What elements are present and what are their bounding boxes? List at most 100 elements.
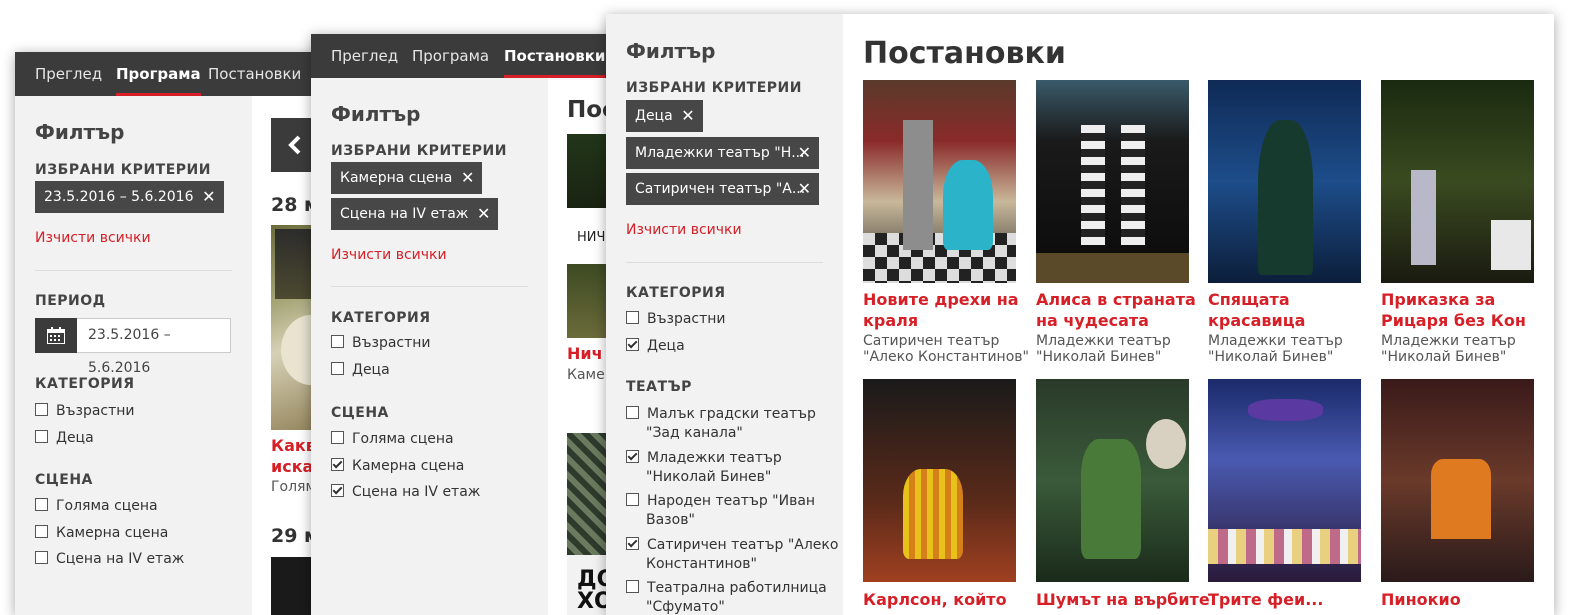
- checkbox-box[interactable]: [35, 403, 48, 416]
- checkbox-label: Възрастни: [56, 403, 135, 419]
- checkbox-kids[interactable]: Деца: [331, 361, 390, 380]
- clear-all-link[interactable]: Изчисти всички: [35, 230, 151, 246]
- photo-detail: [1146, 419, 1186, 469]
- nav-productions[interactable]: Постановки: [504, 34, 606, 78]
- checkbox-label: Деца: [647, 338, 685, 354]
- production-card-photo[interactable]: [1036, 80, 1189, 283]
- checkbox-theatre[interactable]: Театрална работилница "Сфумато": [626, 579, 827, 615]
- checkbox-box[interactable]: [331, 458, 344, 471]
- theatre-heading: ТЕАТЪР: [626, 379, 692, 395]
- production-title[interactable]: Спящата красавица: [1208, 289, 1305, 331]
- period-date-range[interactable]: 23.5.2016 – 5.6.2016: [35, 318, 231, 376]
- checkbox-big-stage[interactable]: Голяма сцена: [331, 430, 454, 449]
- checkbox-adults[interactable]: Възрастни: [331, 334, 431, 353]
- checkbox-adults[interactable]: Възрастни: [626, 310, 726, 329]
- photo-detail: [1248, 399, 1323, 421]
- period-input[interactable]: 23.5.2016 – 5.6.2016: [77, 318, 231, 376]
- nav-productions[interactable]: Постановки: [208, 52, 301, 96]
- checkbox-box[interactable]: [626, 406, 639, 419]
- page-title: Постановки: [863, 36, 1066, 71]
- chip-label: Камерна сцена: [340, 170, 453, 186]
- checkbox-box[interactable]: [626, 311, 639, 324]
- production-card-photo[interactable]: [1036, 379, 1189, 582]
- production-title[interactable]: Шумът на върбите: [1036, 589, 1210, 610]
- production-theatre-line: Сатиричен театър: [863, 333, 1000, 349]
- production-title[interactable]: Нич: [567, 343, 603, 364]
- chip-label: Младежки театър "Н...: [635, 145, 805, 161]
- calendar-button[interactable]: [35, 318, 77, 353]
- checkbox-theatre[interactable]: Малък градски театър "Зад канала": [626, 405, 816, 443]
- checkbox-theatre[interactable]: Народен театър "Иван Вазов": [626, 492, 815, 530]
- close-icon[interactable]: ✕: [202, 181, 215, 213]
- photo-detail: [1431, 459, 1491, 539]
- checkbox-label: Сцена на IV етаж: [352, 484, 481, 500]
- checkbox-iv-floor-stage[interactable]: Сцена на IV етаж: [331, 483, 480, 502]
- checkbox-box[interactable]: [626, 493, 639, 506]
- production-title[interactable]: Пинокио: [1381, 589, 1461, 610]
- checkbox-chamber-stage[interactable]: Камерна сцена: [35, 524, 168, 543]
- stage-heading: СЦЕНА: [35, 472, 93, 488]
- production-title[interactable]: Новите дрехи на краля: [863, 289, 1019, 331]
- checkbox-box[interactable]: [626, 338, 639, 351]
- filter-title: Филтър: [331, 102, 421, 126]
- close-icon[interactable]: ✕: [798, 137, 811, 169]
- clear-all-link[interactable]: Изчисти всички: [626, 222, 742, 238]
- clear-all-link[interactable]: Изчисти всички: [331, 247, 447, 263]
- production-card-photo[interactable]: [863, 80, 1016, 283]
- checkbox-box[interactable]: [35, 430, 48, 443]
- checkbox-theatre[interactable]: Сатиричен театър "Алеко Константинов": [626, 536, 838, 574]
- checkbox-theatre[interactable]: Младежки театър "Николай Бинев": [626, 449, 782, 487]
- nav-overview[interactable]: Преглед: [35, 52, 102, 96]
- checkbox-box[interactable]: [35, 525, 48, 538]
- checkbox-big-stage[interactable]: Голяма сцена: [35, 497, 158, 516]
- checkbox-label: Камерна сцена: [352, 458, 465, 474]
- production-card-photo[interactable]: [1208, 379, 1361, 582]
- production-title[interactable]: Приказка за Рицаря без Кон: [1381, 289, 1526, 331]
- criteria-chip[interactable]: Младежки театър "Н... ✕: [626, 137, 819, 169]
- criteria-chip[interactable]: Сатиричен театър "А... ✕: [626, 173, 819, 205]
- close-icon[interactable]: ✕: [461, 162, 474, 194]
- photo-detail: [1258, 120, 1313, 275]
- checkbox-label: Сатиричен театър "Алеко: [647, 537, 839, 553]
- chip-label: Деца: [635, 108, 673, 124]
- checkbox-box[interactable]: [331, 431, 344, 444]
- production-card-photo[interactable]: [1208, 80, 1361, 283]
- criteria-chip[interactable]: Деца ✕: [626, 100, 703, 132]
- production-theatre: Младежки театър "Николай Бинев": [1036, 333, 1171, 365]
- production-title-line: Рицаря без Кон: [1381, 311, 1526, 330]
- checkbox-box[interactable]: [331, 362, 344, 375]
- checkbox-label: Деца: [56, 430, 94, 446]
- nav-overview[interactable]: Преглед: [331, 34, 398, 78]
- checkbox-label: Голяма сцена: [352, 431, 454, 447]
- production-card-photo[interactable]: [1381, 80, 1534, 283]
- checkbox-chamber-stage[interactable]: Камерна сцена: [331, 457, 464, 476]
- close-icon[interactable]: ✕: [798, 173, 811, 205]
- checkbox-adults[interactable]: Възрастни: [35, 402, 135, 421]
- production-title[interactable]: Карлсон, който: [863, 589, 1007, 610]
- criteria-chip[interactable]: 23.5.2016 – 5.6.2016 ✕: [35, 181, 224, 213]
- checkbox-box[interactable]: [626, 580, 639, 593]
- checkbox-label-line2: "Зад канала": [646, 425, 743, 441]
- close-icon[interactable]: ✕: [681, 100, 694, 132]
- checkbox-box[interactable]: [331, 484, 344, 497]
- production-card-photo[interactable]: [863, 379, 1016, 582]
- checkbox-box[interactable]: [35, 551, 48, 564]
- nav-program[interactable]: Програма: [412, 34, 489, 78]
- nav-program[interactable]: Програма: [116, 52, 201, 96]
- production-title[interactable]: Трите феи...: [1208, 589, 1323, 610]
- close-icon[interactable]: ✕: [477, 198, 490, 230]
- checkbox-kids[interactable]: Деца: [35, 429, 94, 448]
- checkbox-box[interactable]: [626, 537, 639, 550]
- criteria-chip[interactable]: Сцена на IV етаж ✕: [331, 198, 499, 230]
- checkbox-box[interactable]: [331, 335, 344, 348]
- checkbox-box[interactable]: [35, 498, 48, 511]
- production-theatre-line: Младежки театър: [1381, 333, 1516, 349]
- criteria-chip[interactable]: Камерна сцена ✕: [331, 162, 483, 194]
- production-title[interactable]: Алиса в страната на чудесата: [1036, 289, 1196, 331]
- checkbox-kids[interactable]: Деца: [626, 337, 685, 356]
- production-card-photo[interactable]: [1381, 379, 1534, 582]
- checkbox-iv-floor-stage[interactable]: Сцена на IV етаж: [35, 550, 184, 569]
- checkbox-box[interactable]: [626, 450, 639, 463]
- checkbox-label: Деца: [352, 362, 390, 378]
- filter-sidebar: Филтър ИЗБРАНИ КРИТЕРИИ Камерна сцена ✕ С…: [311, 78, 548, 615]
